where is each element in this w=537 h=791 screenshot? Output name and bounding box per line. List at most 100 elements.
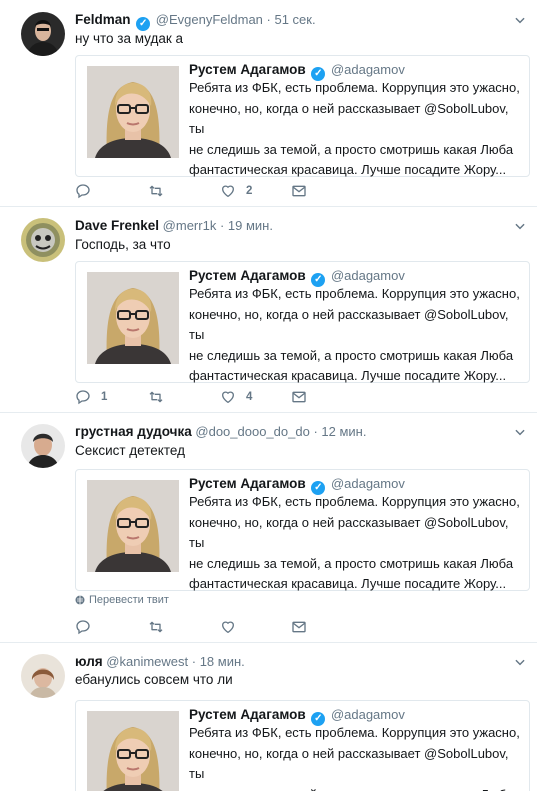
- reply-icon: [75, 183, 91, 199]
- quoted-tweet[interactable]: Рустем Адагамов ✓ @adagamov Ребята из ФБ…: [75, 55, 530, 177]
- quoted-text-line: конечно, но, когда о ней рассказывает @S…: [189, 100, 509, 137]
- quoted-text-line: конечно, но, когда о ней рассказывает @S…: [189, 514, 509, 551]
- author-name[interactable]: грустная дудочка: [75, 424, 192, 439]
- tweet-actions: 2: [75, 182, 375, 200]
- quoted-author-handle: @adagamov: [330, 476, 405, 491]
- chevron-down-icon[interactable]: [513, 425, 527, 439]
- reply-icon: [75, 389, 91, 405]
- reply-icon: [75, 619, 91, 635]
- quoted-text-line: фантастическая красавица. Лучше посадите…: [189, 576, 507, 591]
- quoted-text-line: не следишь за темой, а просто смотришь к…: [189, 141, 514, 157]
- chevron-down-icon[interactable]: [513, 219, 527, 233]
- quoted-text-line: не следишь за темой, а просто смотришь к…: [189, 555, 514, 571]
- quoted-author-name: Рустем Адагамов: [189, 707, 306, 722]
- tweet-time[interactable]: · 19 мин.: [220, 218, 273, 233]
- tweet-header: Dave Frenkel @merr1k · 19 мин.: [75, 218, 273, 234]
- reply-button[interactable]: [75, 182, 101, 200]
- like-button[interactable]: [220, 618, 236, 636]
- retweet-button[interactable]: [148, 388, 164, 406]
- dm-button[interactable]: [291, 618, 307, 636]
- chevron-down-icon[interactable]: [513, 655, 527, 669]
- retweet-button[interactable]: [148, 182, 164, 200]
- heart-icon: [220, 389, 236, 405]
- quoted-author-handle: @adagamov: [330, 62, 405, 77]
- retweet-icon: [148, 183, 164, 199]
- quoted-text-line: Ребята из ФБК, есть проблема. Коррупция …: [189, 286, 520, 301]
- tweet-feed: Feldman ✓ @EvgenyFeldman · 51 сек. ну чт…: [0, 0, 537, 791]
- author-handle[interactable]: @EvgenyFeldman: [156, 12, 263, 27]
- dm-button[interactable]: [291, 182, 307, 200]
- quoted-text-line: Ребята из ФБК, есть проблема. Коррупция …: [189, 725, 520, 740]
- avatar[interactable]: [21, 424, 65, 468]
- quoted-text-line: не следишь за темой, а просто смотришь к…: [189, 347, 514, 363]
- envelope-icon: [291, 619, 307, 635]
- heart-icon: [220, 619, 236, 635]
- author-handle[interactable]: @kanimewest: [106, 654, 188, 669]
- quoted-text-line: Ребята из ФБК, есть проблема. Коррупция …: [189, 80, 520, 95]
- reply-button[interactable]: [75, 618, 91, 636]
- avatar[interactable]: [21, 12, 65, 56]
- tweet-time[interactable]: · 18 мин.: [192, 654, 245, 669]
- tweet-header: Feldman ✓ @EvgenyFeldman · 51 сек.: [75, 12, 316, 31]
- quoted-author-name: Рустем Адагамов: [189, 268, 306, 283]
- translate-label: Перевести твит: [89, 594, 169, 606]
- retweet-icon: [148, 619, 164, 635]
- quoted-media-image[interactable]: [87, 66, 179, 158]
- quoted-tweet[interactable]: Рустем Адагамов ✓ @adagamov Ребята из ФБ…: [75, 700, 530, 791]
- quoted-text: Ребята из ФБК, есть проблема. Коррупция …: [189, 723, 524, 791]
- quoted-text-line: конечно, но, когда о ней рассказывает @S…: [189, 745, 509, 782]
- quoted-author-handle: @adagamov: [330, 707, 405, 722]
- dm-button[interactable]: [291, 388, 307, 406]
- quoted-text-line: фантастическая красавица. Лучше посадите…: [189, 162, 507, 177]
- like-count: 2: [246, 185, 253, 197]
- author-handle[interactable]: @merr1k: [163, 218, 217, 233]
- avatar[interactable]: [21, 218, 65, 262]
- like-button[interactable]: 4: [220, 388, 252, 406]
- envelope-icon: [291, 389, 307, 405]
- tweet-text: Сексист детектед: [75, 443, 185, 458]
- reply-button[interactable]: 1: [75, 388, 107, 406]
- quoted-media-image[interactable]: [87, 480, 179, 572]
- tweet-actions: 1 4: [75, 388, 375, 406]
- quoted-media-image[interactable]: [87, 711, 179, 791]
- like-count: 4: [246, 391, 253, 403]
- quoted-text: Ребята из ФБК, есть проблема. Коррупция …: [189, 284, 524, 387]
- retweet-icon: [148, 389, 164, 405]
- quoted-text: Ребята из ФБК, есть проблема. Коррупция …: [189, 492, 524, 595]
- author-name[interactable]: Dave Frenkel: [75, 218, 159, 233]
- author-name[interactable]: юля: [75, 654, 103, 669]
- verified-badge-icon: ✓: [136, 17, 151, 31]
- tweet-header: грустная дудочка @doo_dooo_do_do · 12 ми…: [75, 424, 366, 440]
- globe-icon: [75, 595, 85, 605]
- avatar[interactable]: [21, 654, 65, 698]
- like-button[interactable]: 2: [220, 182, 252, 200]
- author-handle[interactable]: @doo_dooo_do_do: [195, 424, 309, 439]
- tweet-header: юля @kanimewest · 18 мин.: [75, 654, 245, 670]
- quoted-text-line: Ребята из ФБК, есть проблема. Коррупция …: [189, 494, 520, 509]
- author-name[interactable]: Feldman: [75, 12, 131, 27]
- quoted-text-line: конечно, но, когда о ней рассказывает @S…: [189, 306, 509, 343]
- tweet-item[interactable]: грустная дудочка @doo_dooo_do_do · 12 ми…: [0, 412, 537, 643]
- quoted-text-line: фантастическая красавица. Лучше посадите…: [189, 368, 507, 383]
- tweet-item[interactable]: юля @kanimewest · 18 мин. ебанулись совс…: [0, 642, 537, 791]
- quoted-tweet[interactable]: Рустем Адагамов ✓ @adagamov Ребята из ФБ…: [75, 261, 530, 383]
- quoted-tweet[interactable]: Рустем Адагамов ✓ @adagamov Ребята из ФБ…: [75, 469, 530, 591]
- retweet-button[interactable]: [148, 618, 164, 636]
- heart-icon: [220, 183, 236, 199]
- tweet-time[interactable]: · 51 сек.: [267, 12, 316, 27]
- quoted-author-name: Рустем Адагамов: [189, 62, 306, 77]
- chevron-down-icon[interactable]: [513, 13, 527, 27]
- quoted-text: Ребята из ФБК, есть проблема. Коррупция …: [189, 78, 524, 181]
- quoted-author-name: Рустем Адагамов: [189, 476, 306, 491]
- tweet-item[interactable]: Feldman ✓ @EvgenyFeldman · 51 сек. ну чт…: [0, 0, 537, 207]
- tweet-time[interactable]: · 12 мин.: [313, 424, 366, 439]
- reply-count: 1: [101, 391, 108, 403]
- quoted-text-line: не следишь за темой, а просто смотришь к…: [189, 785, 524, 791]
- tweet-text: Господь, за что: [75, 237, 171, 252]
- tweet-item[interactable]: Dave Frenkel @merr1k · 19 мин. Господь, …: [0, 206, 537, 413]
- tweet-text: ебанулись совсем что ли: [75, 672, 233, 687]
- quoted-media-image[interactable]: [87, 272, 179, 364]
- envelope-icon: [291, 183, 307, 199]
- tweet-text: ну что за мудак а: [75, 31, 184, 46]
- translate-link[interactable]: Перевести твит: [75, 594, 169, 606]
